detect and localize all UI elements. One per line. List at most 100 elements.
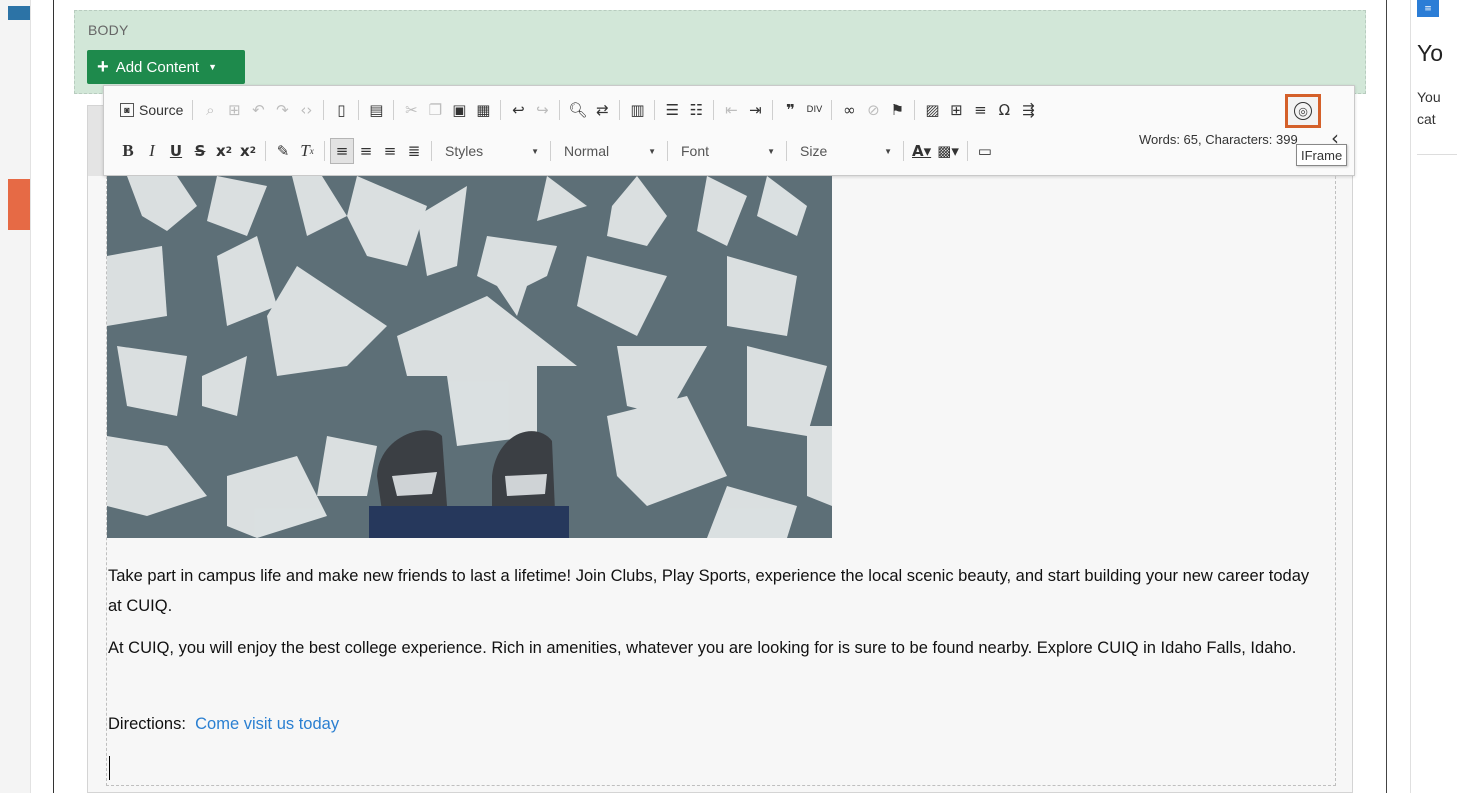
templates-icon[interactable]: ▤ bbox=[364, 97, 388, 123]
source-button[interactable]: ◙ Source bbox=[116, 97, 187, 123]
editor-toolbar: ◙ Source ⌕ ⊞ ↶ ↷ ‹› ▯ ▤ ✂ ❐ ▣ ▦ ↩ ↪ 🔍︎ ⇄… bbox=[103, 85, 1355, 176]
text-cursor bbox=[109, 756, 110, 780]
panel-divider bbox=[1417, 154, 1457, 155]
align-right-icon[interactable]: ≡ bbox=[378, 138, 402, 164]
toolbar-separator bbox=[550, 141, 551, 161]
chevron-down-icon: ▼ bbox=[884, 146, 892, 156]
maximize-icon[interactable]: ▭ bbox=[973, 138, 997, 164]
toolbar-separator bbox=[667, 141, 668, 161]
arrows-photo bbox=[107, 176, 832, 538]
content-image[interactable] bbox=[107, 176, 832, 538]
toolbar-separator bbox=[393, 100, 395, 120]
special-char-icon[interactable]: Ω bbox=[992, 97, 1016, 123]
copy-icon[interactable]: ❐ bbox=[423, 97, 447, 123]
page-break-icon[interactable]: ⇶ bbox=[1016, 97, 1040, 123]
size-label: Size bbox=[800, 143, 828, 159]
remove-format-icon[interactable]: Tx bbox=[295, 138, 319, 164]
copy-format-icon[interactable]: ✎ bbox=[271, 138, 295, 164]
cut-icon[interactable]: ✂ bbox=[399, 97, 423, 123]
underline-button[interactable]: U bbox=[164, 138, 188, 164]
toolbar-row-2: B I U S x2 x2 ✎ Tx ≡ ≡ ≡ ≣ Styles ▼ Norm… bbox=[116, 138, 997, 164]
text-color-icon[interactable]: A▾ bbox=[909, 138, 934, 164]
toolbar-separator bbox=[431, 141, 432, 161]
align-left-icon[interactable]: ≡ bbox=[330, 138, 354, 164]
right-panel: ≡ Yo You cat bbox=[1410, 0, 1459, 793]
add-content-button[interactable]: + Add Content ▼ bbox=[87, 50, 245, 84]
editor-content-area[interactable]: Take part in campus life and make new fr… bbox=[106, 176, 1336, 786]
align-justify-icon[interactable]: ≣ bbox=[402, 138, 426, 164]
toolbar-separator bbox=[324, 141, 325, 161]
directions-label: Directions: bbox=[108, 715, 196, 733]
toolbar-separator bbox=[323, 100, 325, 120]
iframe-button[interactable]: ◎ bbox=[1285, 94, 1321, 128]
source-icon: ◙ bbox=[120, 103, 134, 117]
link-icon[interactable]: ∞ bbox=[837, 97, 861, 123]
iframe-tooltip: IFrame bbox=[1296, 144, 1348, 166]
italic-button[interactable]: I bbox=[140, 138, 164, 164]
numbered-list-icon[interactable]: ☰ bbox=[660, 97, 684, 123]
caret-down-icon: ▼ bbox=[208, 62, 218, 72]
toolbar-row-1: ◙ Source ⌕ ⊞ ↶ ↷ ‹› ▯ ▤ ✂ ❐ ▣ ▦ ↩ ↪ 🔍︎ ⇄… bbox=[116, 97, 1040, 123]
subscript-button[interactable]: x2 bbox=[212, 138, 236, 164]
panel-badge-icon[interactable]: ≡ bbox=[1417, 0, 1439, 17]
toolbar-separator bbox=[619, 100, 621, 120]
left-gutter bbox=[0, 0, 31, 793]
align-center-icon[interactable]: ≡ bbox=[354, 138, 378, 164]
size-combo[interactable]: Size ▼ bbox=[792, 138, 898, 164]
paste-icon[interactable]: ▣ bbox=[447, 97, 471, 123]
div-icon[interactable]: DIV bbox=[802, 97, 826, 123]
gutter-marker-orange[interactable] bbox=[8, 179, 30, 230]
horizontal-line-icon[interactable]: ≡ bbox=[968, 97, 992, 123]
preview-icon[interactable]: ⌕ bbox=[198, 97, 222, 123]
directions-link[interactable]: Come visit us today bbox=[195, 715, 339, 733]
paragraph-2: At CUIQ, you will enjoy the best college… bbox=[108, 639, 1297, 657]
indent-icon[interactable]: ⇥ bbox=[743, 97, 767, 123]
select-all-icon[interactable]: ⊞ bbox=[222, 97, 246, 123]
unlink-icon[interactable]: ⊘ bbox=[861, 97, 885, 123]
plus-icon: + bbox=[97, 56, 109, 78]
image-icon[interactable]: ▨ bbox=[920, 97, 944, 123]
toolbar-separator bbox=[713, 100, 715, 120]
format-combo[interactable]: Normal ▼ bbox=[556, 138, 662, 164]
undo-icon[interactable]: ↶ bbox=[246, 97, 270, 123]
blockquote-icon[interactable]: ❞ bbox=[778, 97, 802, 123]
anchor-icon[interactable]: ⚑ bbox=[885, 97, 909, 123]
toolbar-separator bbox=[966, 141, 968, 161]
bulleted-list-icon[interactable]: ☷ bbox=[684, 97, 708, 123]
bold-button[interactable]: B bbox=[116, 138, 140, 164]
toolbar-separator bbox=[903, 141, 904, 161]
toolbar-separator bbox=[265, 141, 266, 161]
panel-text-line-1: You bbox=[1417, 89, 1441, 105]
superscript-button[interactable]: x2 bbox=[236, 138, 260, 164]
paste-text-icon[interactable]: ▦ bbox=[471, 97, 495, 123]
main-divider bbox=[53, 0, 54, 793]
styles-combo[interactable]: Styles ▼ bbox=[437, 138, 545, 164]
redo-arrow-icon[interactable]: ↪ bbox=[530, 97, 554, 123]
font-combo[interactable]: Font ▼ bbox=[673, 138, 781, 164]
add-content-label: Add Content bbox=[115, 58, 200, 76]
chevron-down-icon: ▼ bbox=[767, 146, 775, 156]
chevron-down-icon: ▼ bbox=[531, 146, 539, 156]
right-divider bbox=[1386, 0, 1387, 793]
spellcheck-icon[interactable]: ▥ bbox=[625, 97, 649, 123]
body-band: BODY + Add Content ▼ bbox=[74, 10, 1366, 94]
source-label: Source bbox=[139, 102, 184, 118]
panel-text-line-2: cat bbox=[1417, 111, 1436, 127]
gutter-marker-blue[interactable] bbox=[8, 6, 30, 20]
show-blocks-icon[interactable]: ‹› bbox=[294, 97, 318, 123]
toolbar-separator bbox=[786, 141, 787, 161]
toolbar-separator bbox=[831, 100, 833, 120]
outdent-icon[interactable]: ⇤ bbox=[719, 97, 743, 123]
toolbar-separator bbox=[358, 100, 360, 120]
table-icon[interactable]: ⊞ bbox=[944, 97, 968, 123]
new-page-icon[interactable]: ▯ bbox=[329, 97, 353, 123]
replace-icon[interactable]: ⇄ bbox=[590, 97, 614, 123]
undo-arrow-icon[interactable]: ↩ bbox=[506, 97, 530, 123]
strike-button[interactable]: S bbox=[188, 138, 212, 164]
toolbar-separator bbox=[500, 100, 502, 120]
bg-color-icon[interactable]: ▩▾ bbox=[934, 138, 962, 164]
format-label: Normal bbox=[564, 143, 610, 159]
paragraph-1: Take part in campus life and make new fr… bbox=[108, 567, 1310, 615]
redo-icon[interactable]: ↷ bbox=[270, 97, 294, 123]
find-icon[interactable]: 🔍︎ bbox=[565, 97, 590, 123]
